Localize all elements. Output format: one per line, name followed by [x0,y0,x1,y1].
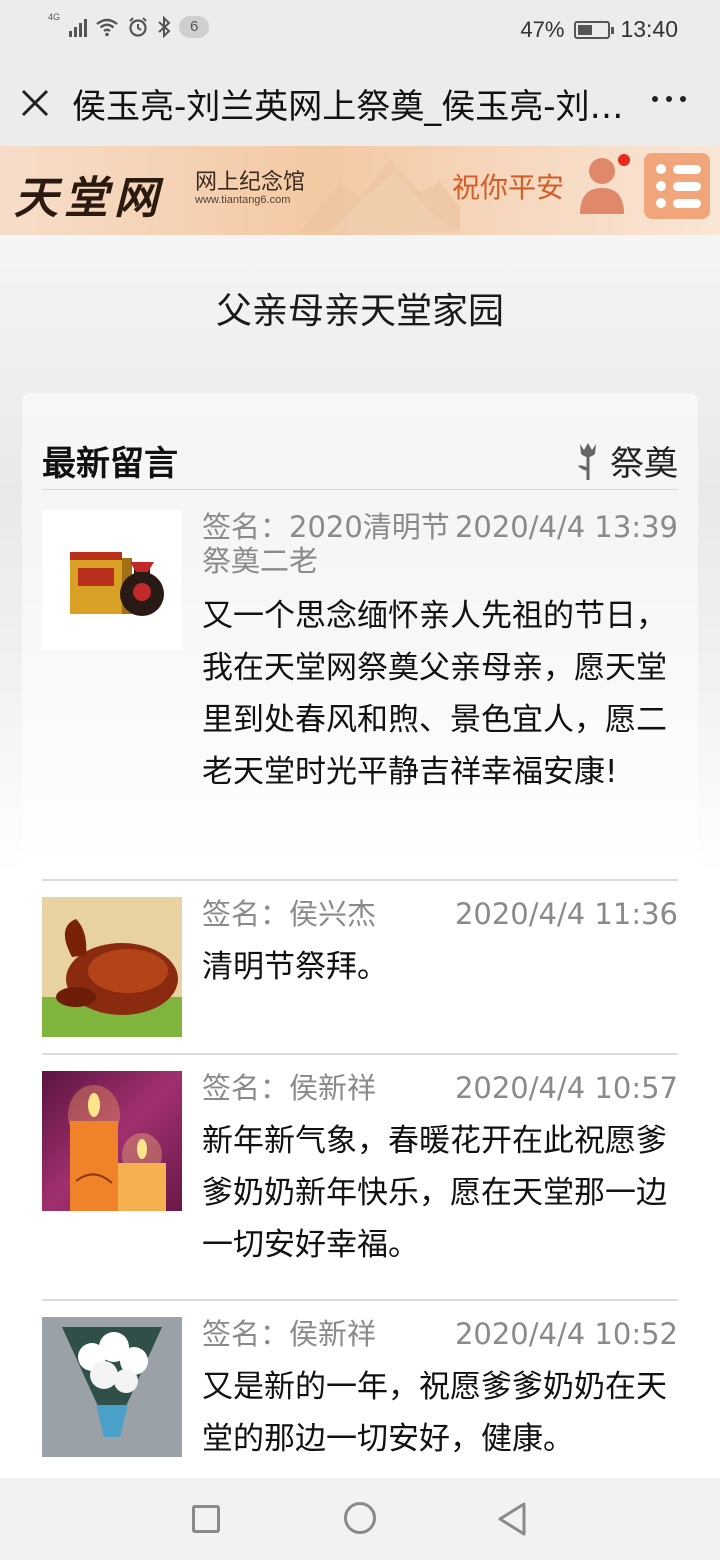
message-body: 又一个思念缅怀亲人先祖的节日，我在天堂网祭奠父亲母亲，愿天堂里到处春风和煦、景色… [202,598,667,790]
memorial-title: 父亲母亲天堂家园 [215,291,504,332]
message-thumbnail-candles [42,1071,182,1211]
message-date: 2020/4/4 10:52 [454,1317,678,1351]
message-signature: 签名：侯新祥 [202,1317,377,1351]
signal-icon [69,17,88,37]
tribute-button[interactable]: 祭奠 [576,436,678,485]
home-button[interactable] [344,1502,376,1534]
back-button[interactable] [496,1501,528,1537]
system-navigation-bar [0,1478,720,1560]
status-icons-left: 4G 6 [48,12,210,38]
message-thumbnail-roast-chicken [42,897,182,1037]
message-thumbnail-flower-bouquet [42,1317,182,1457]
message-thumbnail-liquor [42,510,182,650]
page-title: 侯玉亮-刘兰英网上祭奠_侯玉亮-刘兰英网上纪念馆 [72,86,632,127]
message-body: 新年新气象，春暖花开在此祝愿爹爹奶奶新年快乐，愿在天堂那一边一切安好幸福。 [202,1123,667,1263]
recent-apps-button[interactable] [192,1505,220,1533]
message-item[interactable]: 签名：侯新祥 2020/4/4 10:52 又是新的一年，祝愿爹爹奶奶在天堂的那… [42,1317,678,1478]
bluetooth-icon [158,16,171,38]
message-date: 2020/4/4 11:36 [454,897,678,931]
message-item[interactable]: 签名：2020清明节祭奠二老 2020/4/4 13:39 又一个思念缅怀亲人先… [42,510,678,881]
battery-percent: 47% [520,16,565,42]
mountain-decoration [300,160,460,232]
message-signature: 签名：侯兴杰 [202,897,377,931]
message-date: 2020/4/4 10:57 [454,1071,678,1105]
message-date: 2020/4/4 13:39 [454,510,678,544]
message-item[interactable]: 签名：侯新祥 2020/4/4 10:57 新年新气象，春暖花开在此祝愿爹爹奶奶… [42,1071,678,1301]
wifi-icon [96,18,118,37]
browser-title-bar: 侯玉亮-刘兰英网上祭奠_侯玉亮-刘兰英网上纪念馆 [0,60,720,146]
clock: 13:40 [620,16,678,42]
messages-header: 最新留言 祭奠 [42,428,678,490]
battery-level-fill [578,24,592,35]
message-body: 清明节祭拜。 [202,949,388,985]
notification-dot [618,154,630,166]
close-button[interactable] [0,60,70,146]
more-options-button[interactable] [652,96,686,102]
message-body: 又是新的一年，祝愿爹爹奶奶在天堂的那边一切安好，健康。 [202,1369,667,1457]
menu-button[interactable] [644,153,710,219]
more-dots-icon [652,96,658,102]
logo-url: www.tiantang6.com [195,194,291,206]
alarm-icon [129,17,147,37]
tribute-label: 祭奠 [610,444,678,484]
flower-icon [578,442,596,480]
notification-count-badge: 6 [179,16,210,38]
battery-icon [574,20,615,39]
network-type: 4G [48,12,61,22]
status-icons-right: 47% 13:40 [520,16,678,43]
close-icon [21,89,49,117]
site-logo[interactable]: 天堂网 [14,162,164,226]
greeting-text: 祝你平安 [452,171,565,204]
status-bar: 4G 6 47% 13:40 [0,0,720,60]
messages-section-title: 最新留言 [42,444,178,484]
logo-subtitle: 网上纪念馆 [195,170,306,195]
message-signature: 签名：侯新祥 [202,1071,377,1105]
message-item[interactable]: 签名：侯兴杰 2020/4/4 11:36 清明节祭拜。 [42,897,678,1055]
message-signature: 签名：2020清明节祭奠二老 [202,510,450,578]
